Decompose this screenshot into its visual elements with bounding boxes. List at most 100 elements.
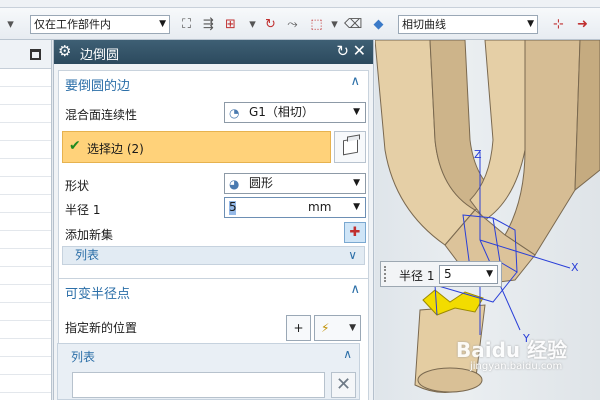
navigator-row[interactable] [0, 87, 51, 105]
rotate-icon[interactable]: ↻ [262, 16, 279, 33]
variable-group-header[interactable]: 可变半径点 ∧ [59, 279, 368, 303]
select-edge-field[interactable]: ✔ 选择边 (2) [62, 131, 331, 163]
reset-icon[interactable]: ↻ [336, 43, 349, 60]
navigator-header [0, 40, 51, 69]
add-new-set-label: 添加新集 [65, 228, 114, 242]
drag-handle[interactable] [384, 266, 388, 282]
collapse-icon[interactable]: ∧ [350, 74, 360, 89]
gear-icon[interactable]: ⚙ [58, 43, 71, 60]
watermark-url: jingyan.baidu.com [470, 361, 563, 372]
navigator-row[interactable] [0, 177, 51, 195]
navigator-row[interactable] [0, 375, 51, 393]
shape-dropdown[interactable]: ◕ 圆形 ▼ [224, 173, 366, 194]
point-type-dropdown[interactable]: ⚡ ▼ [314, 315, 361, 341]
axis-label-z: Z [474, 148, 482, 161]
navigator-row[interactable] [0, 321, 51, 339]
selection-scope-dropdown[interactable]: 仅在工作部件内 ▼ [30, 15, 170, 34]
dropdown-icon[interactable]: ▾ [244, 16, 261, 33]
shape-label: 形状 [65, 179, 90, 193]
variable-points-table[interactable] [72, 372, 325, 398]
point-snap-icon[interactable]: ⊞ [222, 16, 239, 33]
collapse-icon[interactable]: ∧ [343, 347, 352, 361]
curve-rule-value: 相切曲线 [402, 18, 446, 31]
radius-input[interactable]: 5 mm ▼ [224, 197, 366, 218]
axis-label-x: X [571, 261, 579, 274]
radius-float-value: 5 [444, 267, 452, 281]
edges-list-bar[interactable]: 列表 ∨ [62, 246, 365, 265]
edges-group-title: 要倒圆的边 [65, 79, 131, 94]
edges-list-label: 列表 [75, 248, 100, 262]
chevron-down-icon: ▼ [527, 19, 534, 29]
cube-filter-icon[interactable]: ◆ [370, 16, 387, 33]
navigator-row[interactable] [0, 195, 51, 213]
box-select-icon[interactable]: ⬚ [308, 16, 325, 33]
specify-location-label: 指定新的位置 [65, 321, 138, 335]
cube-icon [343, 137, 358, 156]
blend-continuity-dropdown[interactable]: ◔ G1（相切） ▼ [224, 102, 366, 123]
close-icon[interactable]: ✕ [353, 42, 366, 60]
navigator-row[interactable] [0, 267, 51, 285]
curve-rule-dropdown[interactable]: 相切曲线 ▼ [398, 15, 538, 34]
edges-group-header[interactable]: 要倒圆的边 ∧ [59, 71, 368, 95]
variable-list-label: 列表 [71, 350, 96, 364]
navigator-row[interactable] [0, 69, 51, 87]
chevron-down-icon[interactable]: ▼ [486, 266, 493, 283]
toolbar: ▾ 仅在工作部件内 ▼ ⛶ ⇶ ⊞ ▾ ↻ ⤳ ⬚ ▾ ⌫ ◆ 相切曲线 ▼ ⊹… [0, 8, 600, 40]
chevron-down-icon: ▼ [159, 19, 166, 29]
chevron-down-icon[interactable]: ▼ [353, 198, 360, 217]
navigator-row[interactable] [0, 339, 51, 357]
point-dialog-button[interactable]: + [286, 315, 311, 341]
shape-value: 圆形 [249, 176, 274, 190]
navigator-row[interactable] [0, 105, 51, 123]
point-plus-icon: + [293, 321, 304, 335]
select-edge-label: 选择边 (2) [87, 142, 144, 156]
variable-group-title: 可变半径点 [65, 287, 131, 302]
radius-value: 5 [229, 200, 237, 214]
radius-float-label: 半径 1 [399, 269, 435, 283]
check-icon: ✔ [69, 138, 81, 154]
blend-continuity-label: 混合面连续性 [65, 108, 138, 122]
select-edge-button[interactable] [334, 131, 366, 163]
navigator-row[interactable] [0, 249, 51, 267]
radius-unit: mm [308, 200, 332, 214]
menu-dropdown-icon[interactable]: ▾ [2, 16, 19, 33]
variable-list-header[interactable]: 列表 ∧ [58, 344, 359, 366]
delete-icon[interactable]: ✕ [331, 372, 356, 398]
navigator-row[interactable] [0, 303, 51, 321]
part-navigator [0, 40, 52, 400]
navigator-row[interactable] [0, 123, 51, 141]
navigator-row[interactable] [0, 285, 51, 303]
expand-icon[interactable]: ∨ [348, 247, 357, 264]
ribbon-strip [0, 0, 600, 8]
selection-scope-value: 仅在工作部件内 [34, 18, 111, 31]
navigator-row[interactable] [0, 141, 51, 159]
add-new-set-button[interactable]: ✚ [344, 222, 366, 243]
blend-continuity-value: G1（相切） [249, 105, 314, 119]
dialog-title-bar: ⚙ 边倒圆 ↻ ✕ [54, 40, 373, 64]
eraser-icon[interactable]: ⌫ [344, 16, 362, 33]
radius-label: 半径 1 [65, 203, 101, 217]
add-set-icon: ✚ [349, 225, 361, 240]
connect-icon[interactable]: ⇶ [200, 16, 217, 33]
navigator-row[interactable] [0, 231, 51, 249]
path-icon[interactable]: ⤳ [284, 16, 301, 33]
edges-to-blend-group: 要倒圆的边 ∧ 混合面连续性 ◔ G1（相切） ▼ ✔ 选择边 (2) 形状 ◕… [58, 70, 369, 303]
chevron-down-icon: ▼ [353, 178, 360, 188]
follow-fillet-icon[interactable]: ➜ [574, 16, 591, 33]
navigator-row[interactable] [0, 213, 51, 231]
stop-at-intersection-icon[interactable]: ⊹ [550, 16, 567, 33]
continuity-icon: ◔ [229, 106, 240, 120]
lightning-icon: ⚡ [321, 321, 330, 335]
edge-blend-dialog: ⚙ 边倒圆 ↻ ✕ 要倒圆的边 ∧ 混合面连续性 ◔ G1（相切） ▼ ✔ 选择… [53, 40, 374, 400]
dropdown-icon[interactable]: ▾ [326, 16, 343, 33]
collapse-icon[interactable]: ∧ [350, 282, 360, 297]
radius-onscreen-input: 半径 1 5 ▼ [380, 261, 502, 287]
watermark: Baidu 经验 [456, 338, 568, 362]
navigator-row[interactable] [0, 159, 51, 177]
radius-float-field[interactable]: 5 ▼ [439, 265, 498, 284]
snap-icon[interactable]: ⛶ [178, 16, 195, 33]
chevron-down-icon: ▼ [349, 323, 356, 333]
navigator-row[interactable] [0, 357, 51, 375]
maximize-icon[interactable] [30, 49, 41, 60]
variable-list-panel: 列表 ∧ ✕ [57, 343, 360, 400]
